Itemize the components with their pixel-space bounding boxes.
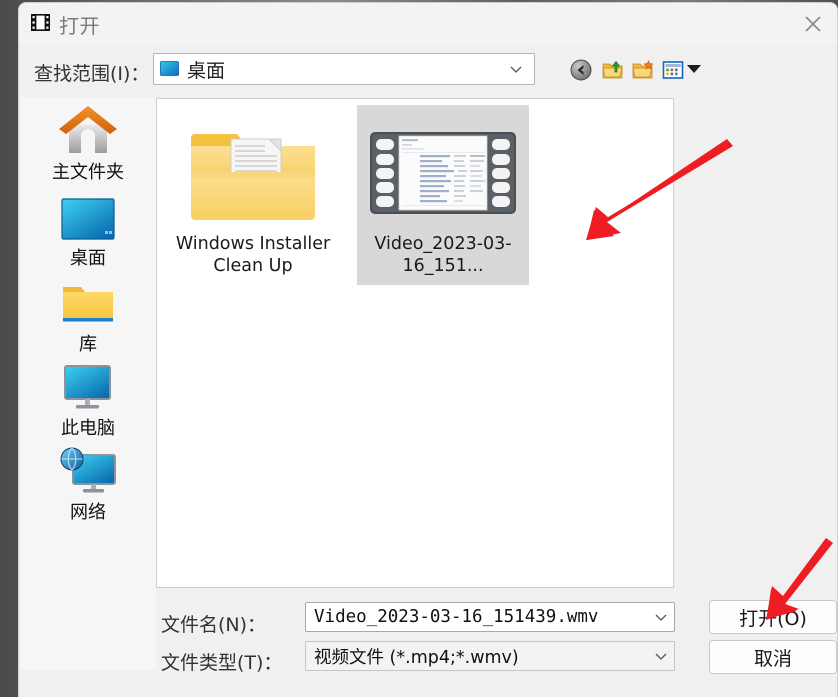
open-file-dialog: 打开 查找范围(I)： 桌面 主文件夹 桌面 库 此电脑 网络 Windows … <box>18 2 838 697</box>
sidebar-item-this-pc[interactable]: 此电脑 <box>20 357 156 440</box>
sidebar-item-library[interactable]: 库 <box>20 273 156 356</box>
list-item-label: Video_2023-03-16_151... <box>374 234 512 276</box>
list-item[interactable]: Video_2023-03-16_151... <box>357 105 529 285</box>
computer-icon <box>20 357 156 411</box>
list-item[interactable]: Windows Installer Clean Up <box>167 105 339 285</box>
places-sidebar: 主文件夹 桌面 库 此电脑 网络 <box>20 97 156 670</box>
look-in-label: 查找范围(I)： <box>34 63 150 85</box>
film-thumbnail-icon <box>357 113 529 233</box>
network-icon <box>20 441 156 495</box>
folder-icon <box>20 273 156 327</box>
filetype-value: 视频文件 (*.mp4;*.wmv) <box>314 647 519 668</box>
chevron-down-icon <box>508 61 524 77</box>
caret-down-icon[interactable] <box>687 65 701 73</box>
sidebar-item-label: 此电脑 <box>61 418 115 439</box>
filename-input[interactable]: Video_2023-03-16_151439.wmv <box>305 602 675 632</box>
sidebar-item-label: 网络 <box>70 502 106 523</box>
desktop-icon <box>160 61 180 77</box>
look-in-value: 桌面 <box>187 59 226 82</box>
new-folder-button[interactable] <box>632 59 654 81</box>
open-folder-with-document-icon <box>167 113 339 233</box>
sidebar-item-desktop[interactable]: 桌面 <box>20 187 156 270</box>
filetype-label: 文件类型(T)： <box>161 652 283 674</box>
title-bar: 打开 <box>19 3 837 45</box>
chevron-down-icon[interactable] <box>653 648 669 664</box>
list-item-label: Windows Installer Clean Up <box>175 234 331 276</box>
chevron-down-icon[interactable] <box>653 609 669 625</box>
open-button[interactable]: 打开(O) <box>709 600 837 634</box>
sidebar-item-label: 桌面 <box>70 248 106 269</box>
home-icon <box>20 101 156 155</box>
views-button[interactable] <box>662 59 684 81</box>
sidebar-item-label: 主文件夹 <box>52 162 124 183</box>
up-one-level-button[interactable] <box>602 59 624 81</box>
back-button[interactable] <box>570 59 592 81</box>
close-icon <box>805 16 821 32</box>
cancel-button[interactable]: 取消 <box>709 640 837 674</box>
sidebar-item-label: 库 <box>79 334 97 355</box>
look-in-combobox[interactable]: 桌面 <box>153 53 535 85</box>
look-in-row: 查找范围(I)： 桌面 <box>19 45 837 97</box>
film-strip-icon <box>31 14 50 31</box>
filename-label: 文件名(N)： <box>161 614 267 636</box>
desktop-icon <box>20 187 156 241</box>
close-button[interactable] <box>789 3 837 45</box>
sidebar-item-network[interactable]: 网络 <box>20 441 156 524</box>
file-list-panel[interactable]: Windows Installer Clean Up Video_2023-03… <box>156 98 674 588</box>
sidebar-item-home[interactable]: 主文件夹 <box>20 101 156 184</box>
filetype-select[interactable]: 视频文件 (*.mp4;*.wmv) <box>305 641 675 671</box>
page-title: 打开 <box>59 14 100 38</box>
filename-value: Video_2023-03-16_151439.wmv <box>314 607 599 627</box>
